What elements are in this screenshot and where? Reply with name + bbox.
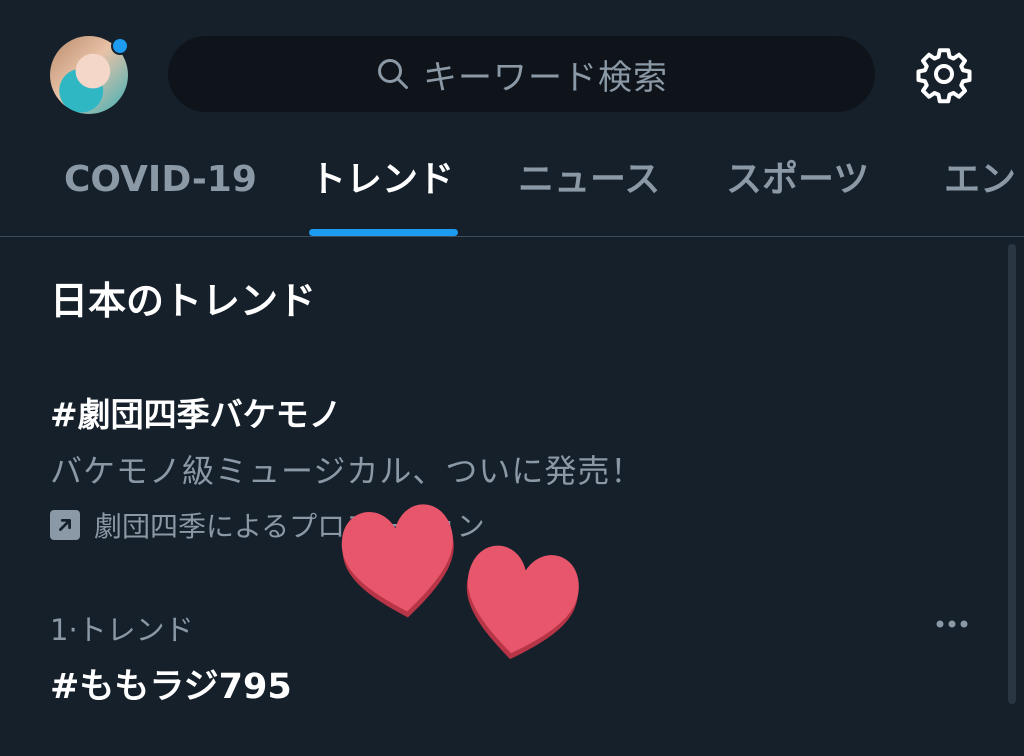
tab-trends[interactable]: トレンド (310, 150, 454, 236)
heart-sticker-left (341, 504, 454, 618)
trend-name[interactable]: #ももラジ795 (50, 658, 292, 709)
more-horizontal-icon[interactable] (932, 614, 972, 634)
promoted-trend-description: バケモノ級ミュージカル、ついに発売！ (50, 452, 644, 490)
header-divider (0, 236, 1024, 237)
tab-covid-19[interactable]: COVID-19 (64, 150, 257, 236)
active-tab-indicator (309, 229, 458, 236)
search-bar[interactable]: キーワード検索 (168, 36, 875, 112)
scrollbar[interactable] (1008, 244, 1016, 704)
tab-sports[interactable]: スポーツ (726, 150, 869, 236)
promoted-trend-title[interactable]: #劇団四季バケモノ (50, 388, 342, 436)
twitter-explore-screen: キーワード検索 COVID-19 トレンド ニュース スポーツ エン 日本のトレ… (0, 0, 1024, 756)
tab-news[interactable]: ニュース (518, 150, 660, 236)
trend-meta: 1·トレンド (50, 613, 194, 647)
section-title: 日本のトレンド (50, 279, 317, 323)
notification-dot (111, 37, 129, 55)
heart-sticker-right (466, 545, 579, 660)
search-icon (378, 59, 408, 89)
promoted-arrow-icon (50, 510, 80, 540)
tab-entertainment[interactable]: エン (944, 150, 1016, 236)
gear-icon[interactable] (914, 44, 974, 104)
header: キーワード検索 COVID-19 トレンド ニュース スポーツ エン (0, 0, 1024, 236)
heart-stickers (341, 504, 579, 660)
search-placeholder: キーワード検索 (423, 57, 668, 98)
explore-tabs: COVID-19 トレンド ニュース スポーツ エン (0, 150, 1024, 236)
